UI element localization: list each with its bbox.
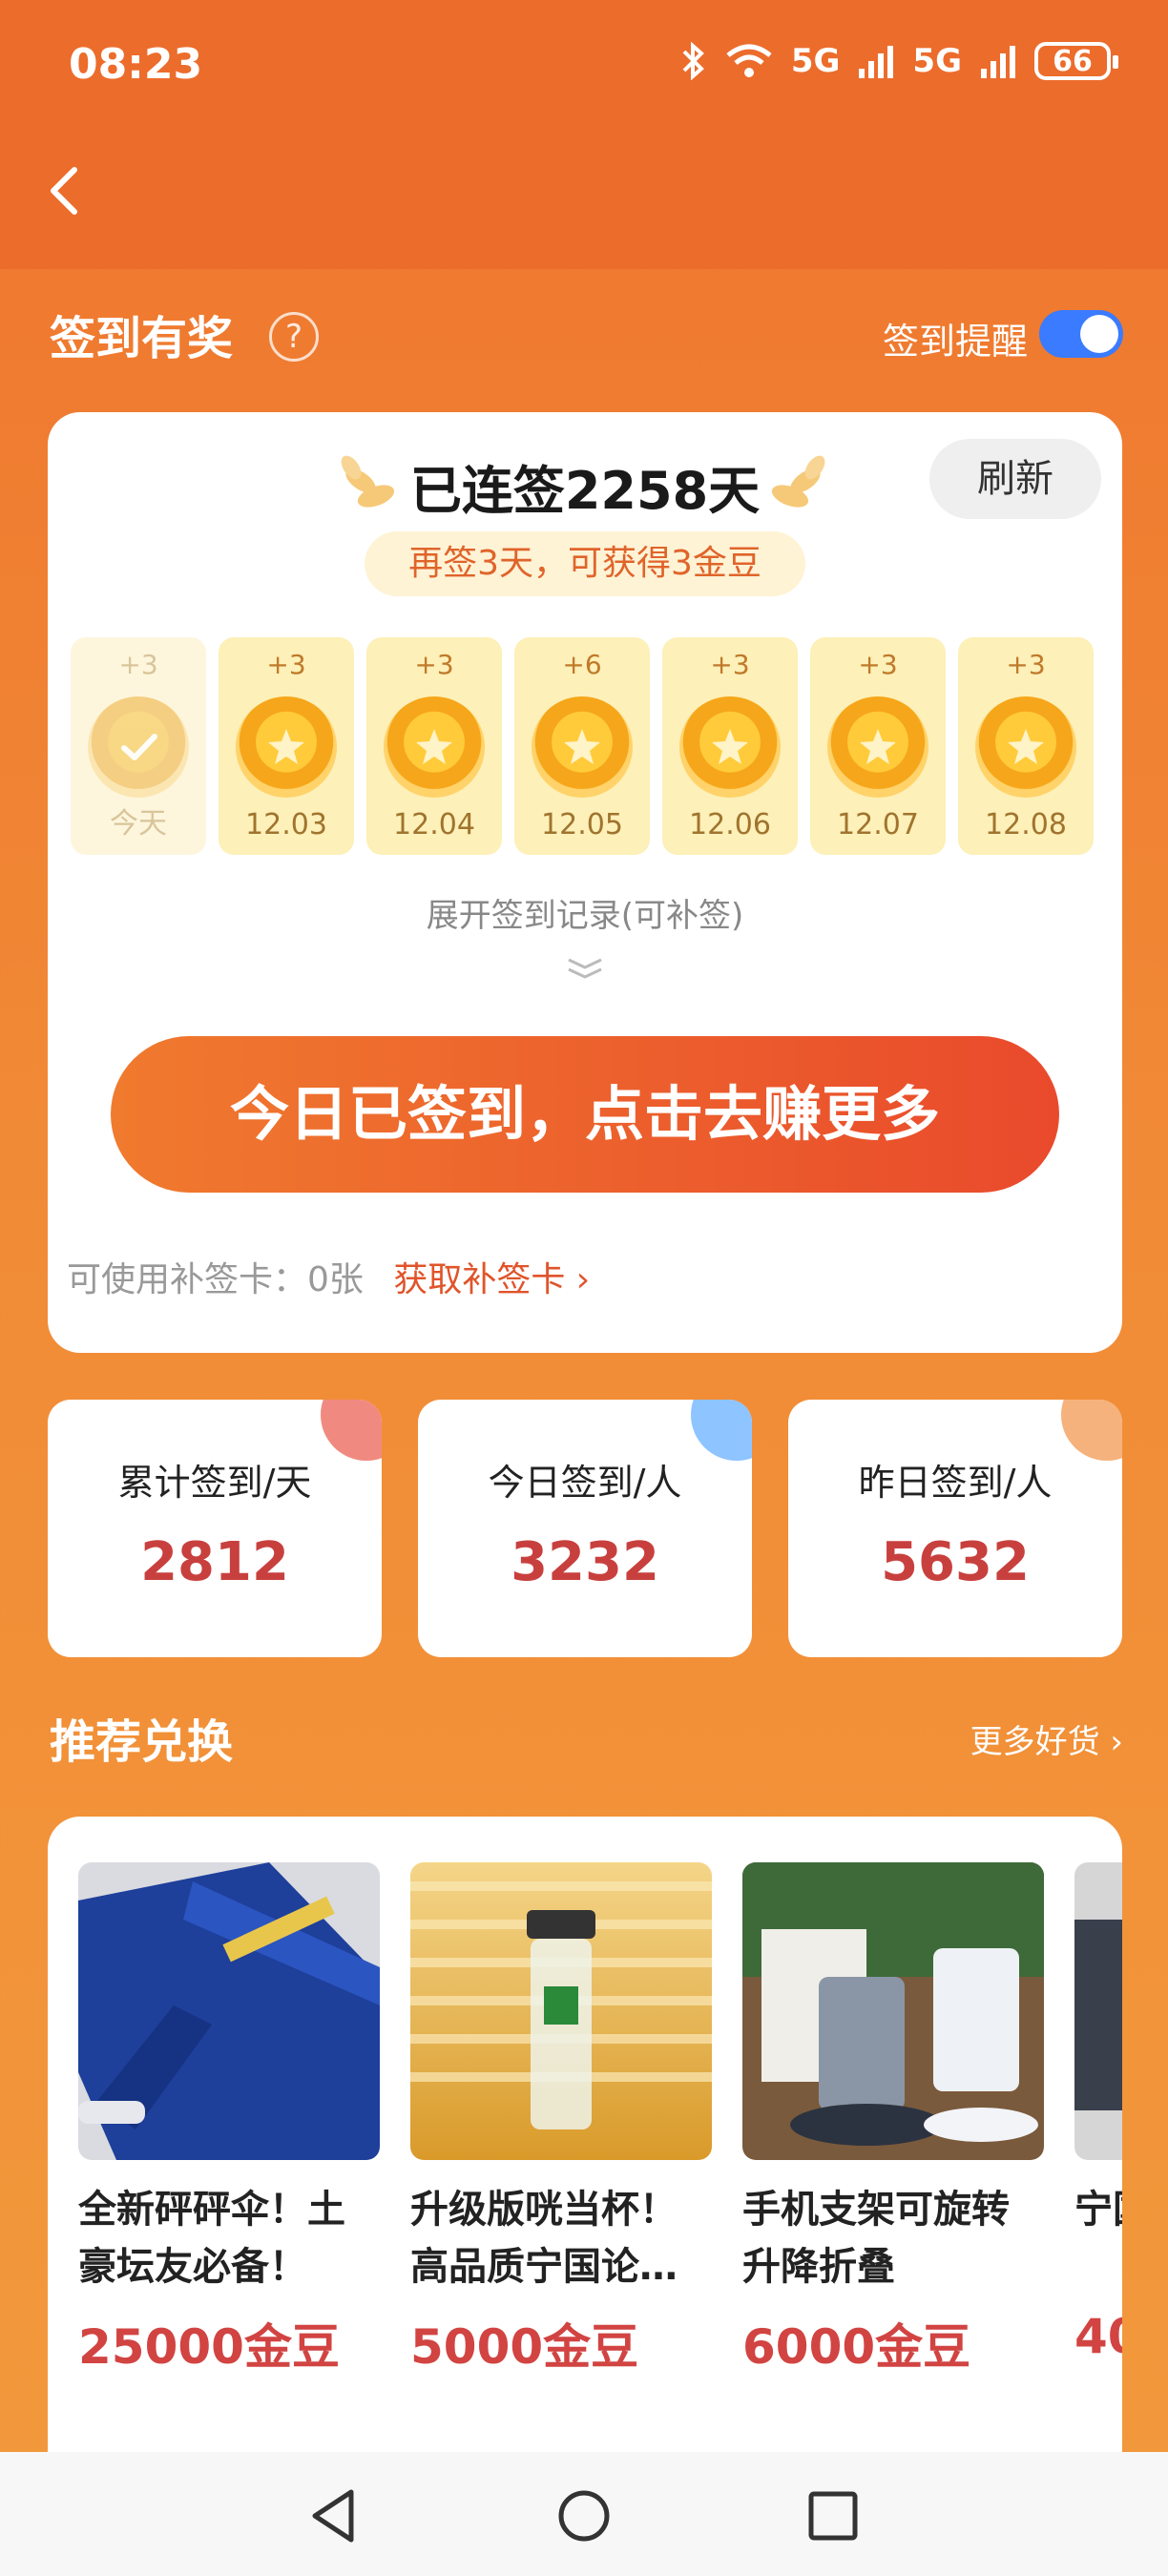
stat-dot [321, 1400, 382, 1461]
double-chevron-down-icon[interactable] [563, 954, 607, 983]
stat-dot [691, 1400, 752, 1461]
day-points: +3 [414, 649, 454, 680]
product-item[interactable]: 手机支架可旋转升降折叠 6000金豆 [742, 1862, 1044, 2435]
stat-dot [1061, 1400, 1122, 1461]
days-row: +3 今天 +3 12.03 +3 12.04 +6 12.05 +3 12.0… [71, 637, 1101, 855]
day-item[interactable]: +6 12.05 [514, 637, 650, 855]
product-image-phone-stand [742, 1862, 1044, 2160]
day-points: +3 [858, 649, 898, 680]
bluetooth-icon [682, 42, 704, 80]
product-image-umbrella [78, 1862, 380, 2160]
product-name: 宁国论坛精品 [1074, 2188, 1122, 2232]
product-item[interactable]: 升级版咣当杯！高品质宁国论… 5000金豆 [410, 1862, 712, 2435]
signal-icon [981, 46, 1015, 78]
stat-label: 今日签到/人 [488, 1462, 682, 1504]
stat-card-total: 累计签到/天 2812 [48, 1400, 382, 1657]
reminder-label: 签到提醒 [882, 321, 1028, 363]
stat-value: 2812 [140, 1531, 289, 1593]
product-name: 手机支架可旋转升降折叠 [742, 2188, 1010, 2289]
signal-icon [859, 46, 894, 78]
status-bar: 08:23 5G 5G 66 [0, 0, 1168, 134]
day-points: +3 [710, 649, 750, 680]
makeup-card-row: 可使用补签卡：0张 获取补签卡 › [67, 1252, 590, 1309]
star-coin-icon [384, 696, 485, 798]
nav-back-icon[interactable] [302, 2483, 368, 2549]
product-image-cup [410, 1862, 712, 2160]
day-date: 12.07 [837, 808, 919, 841]
product-name: 全新砰砰伞！土豪坛友必备！ [78, 2188, 345, 2289]
star-coin-icon [679, 696, 781, 798]
more-goods-link[interactable]: 更多好货 › [970, 1715, 1123, 1762]
stat-card-today: 今日签到/人 3232 [418, 1400, 752, 1657]
network-type-2: 5G [912, 42, 962, 80]
network-type-1: 5G [790, 42, 841, 80]
day-points: +6 [562, 649, 602, 680]
status-time: 08:23 [69, 40, 203, 89]
nav-recents-icon[interactable] [800, 2483, 866, 2549]
stat-label: 累计签到/天 [117, 1462, 312, 1504]
product-price: 25000金豆 [78, 2319, 340, 2375]
stat-value: 5632 [881, 1531, 1030, 1593]
recommend-header: 推荐兑换 更多好货 › [50, 1704, 1123, 1771]
status-icons: 5G 5G 66 [678, 42, 1118, 80]
day-item[interactable]: +3 12.03 [219, 637, 354, 855]
day-date: 今天 [110, 807, 167, 841]
day-date: 12.06 [689, 808, 771, 841]
signin-title: 签到有奖 [50, 312, 234, 365]
day-points: +3 [118, 649, 158, 680]
recommend-title: 推荐兑换 [50, 1715, 234, 1769]
makeup-card-count: 可使用补签卡：0张 [67, 1260, 364, 1299]
star-coin-icon [532, 696, 633, 798]
day-today[interactable]: +3 今天 [71, 637, 206, 855]
product-item[interactable]: 宁国论坛精品 40 [1074, 1862, 1122, 2435]
product-price: 40 [1074, 2309, 1122, 2364]
expand-records-link[interactable]: 展开签到记录(可补签) [48, 889, 1122, 936]
day-item[interactable]: +3 12.08 [958, 637, 1094, 855]
day-item[interactable]: +3 12.06 [662, 637, 798, 855]
checked-coin-icon [88, 696, 189, 798]
stat-label: 昨日签到/人 [858, 1462, 1053, 1504]
day-date: 12.05 [541, 808, 623, 841]
product-price: 6000金豆 [742, 2319, 971, 2375]
star-coin-icon [827, 696, 928, 798]
refresh-button[interactable]: 刷新 [929, 439, 1101, 519]
get-makeup-card-link[interactable]: 获取补签卡 › [393, 1260, 590, 1299]
stat-value: 3232 [511, 1531, 659, 1593]
day-date: 12.08 [985, 808, 1067, 841]
signin-card: 已连签2258天 刷新 再签3天，可获得3金豆 +3 今天 +3 12.03 +… [48, 412, 1122, 1353]
battery-icon: 66 [1034, 42, 1118, 80]
star-coin-icon [236, 696, 337, 798]
product-price: 5000金豆 [410, 2319, 639, 2375]
earn-more-button[interactable]: 今日已签到，点击去赚更多 [111, 1036, 1059, 1193]
stats-row: 累计签到/天 2812 今日签到/人 3232 昨日签到/人 5632 [48, 1400, 1122, 1657]
star-coin-icon [975, 696, 1076, 798]
chevron-left-icon [51, 167, 77, 215]
day-item[interactable]: +3 12.04 [366, 637, 502, 855]
reward-hint: 再签3天，可获得3金豆 [365, 531, 805, 596]
system-nav-bar [0, 2452, 1168, 2576]
reminder-toggle[interactable] [1039, 310, 1123, 358]
laurel-right-icon [771, 455, 825, 508]
signin-header: 签到有奖 ? 签到提醒 [50, 301, 1123, 367]
product-name: 升级版咣当杯！高品质宁国论… [410, 2188, 678, 2289]
day-points: +3 [266, 649, 306, 680]
product-item[interactable]: 全新砰砰伞！土豪坛友必备！ 25000金豆 [78, 1862, 380, 2435]
stat-card-yesterday: 昨日签到/人 5632 [788, 1400, 1122, 1657]
day-date: 12.03 [245, 808, 327, 841]
day-date: 12.04 [393, 808, 475, 841]
day-points: +3 [1006, 649, 1046, 680]
wifi-icon [726, 44, 772, 77]
help-icon[interactable]: ? [269, 312, 319, 362]
nav-home-icon[interactable] [551, 2483, 617, 2549]
back-button[interactable] [34, 153, 92, 229]
product-image-partial [1074, 1862, 1122, 2160]
day-item[interactable]: +3 12.07 [810, 637, 946, 855]
